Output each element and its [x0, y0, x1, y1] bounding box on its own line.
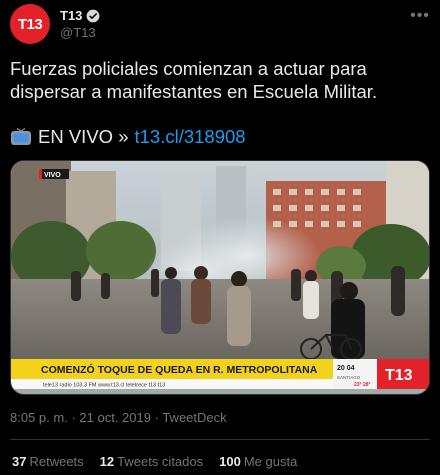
verified-badge-icon — [86, 9, 100, 22]
tweet-media-image[interactable]: VIVO COMENZÓ TOQUE DE QUEDA EN R. METROP… — [10, 160, 430, 395]
avatar-logo-text: T13 — [17, 15, 43, 33]
tweet-stats: 37 Retweets 12 Tweets citados 100 Me gusta — [12, 454, 297, 469]
live-tag: VIVO — [44, 172, 61, 179]
likes-stat[interactable]: 100 Me gusta — [219, 454, 297, 469]
ticker-text: tele13 radio 103.3 FM www.t13.cl teletre… — [43, 383, 165, 389]
name-row: T13 — [60, 8, 100, 23]
broadcast-temperature: 23° 28° — [354, 382, 371, 388]
tweet-date[interactable]: 21 oct. 2019 — [79, 410, 151, 425]
live-label: EN VIVO » — [38, 126, 129, 147]
meta-separator-1: · — [71, 410, 76, 425]
live-line: EN VIVO » t13.cl/318908 — [10, 125, 246, 149]
television-icon — [11, 128, 31, 145]
tweet-meta: 8:05 p. m. · 21 oct. 2019 · TweetDeck — [10, 410, 227, 425]
retweets-stat[interactable]: 37 Retweets — [12, 454, 84, 469]
tweet-time[interactable]: 8:05 p. m. — [10, 410, 68, 425]
meta-separator-2: · — [154, 410, 159, 425]
headline-banner: COMENZÓ TOQUE DE QUEDA EN R. METROPOLITA… — [41, 363, 318, 376]
handle[interactable]: @T13 — [60, 25, 96, 40]
divider — [10, 439, 430, 440]
tweet-text: Fuerzas policiales comienzan a actuar pa… — [10, 58, 378, 102]
tweet-source[interactable]: TweetDeck — [162, 410, 226, 425]
broadcast-location: SANTIAGO — [337, 375, 361, 380]
channel-logo: T13 — [385, 367, 413, 384]
avatar[interactable]: T13 — [10, 4, 50, 44]
news-broadcast-frame: VIVO COMENZÓ TOQUE DE QUEDA EN R. METROP… — [11, 161, 429, 394]
tweet-header: T13 T13 @T13 ••• — [10, 4, 430, 44]
quote-tweets-stat[interactable]: 12 Tweets citados — [100, 454, 203, 469]
tweet-link[interactable]: t13.cl/318908 — [134, 125, 245, 149]
broadcast-clock: 20 04 — [337, 365, 355, 372]
more-options-icon[interactable]: ••• — [410, 6, 430, 26]
display-name[interactable]: T13 — [60, 8, 82, 23]
